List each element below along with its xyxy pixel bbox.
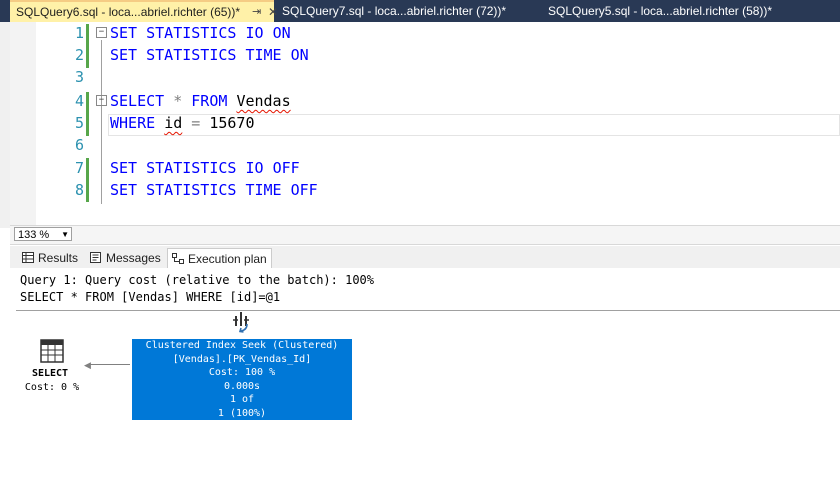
tab-execution-plan[interactable]: Execution plan	[167, 248, 272, 268]
code-line-2: 2 SET STATISTICS TIME ON	[10, 44, 840, 66]
tab-label: Execution plan	[188, 252, 267, 266]
collapse-icon[interactable]: −	[96, 27, 107, 38]
messages-icon	[90, 252, 101, 263]
zoom-dropdown[interactable]: 133 % ▼	[14, 227, 72, 241]
results-tab-bar: Results Messages Execution plan	[10, 246, 840, 268]
pin-icon[interactable]: ⇥	[252, 2, 261, 22]
line-number: 1	[74, 24, 84, 42]
code-text: SET STATISTICS IO ON	[110, 24, 291, 42]
seek-line-5: 1 of	[229, 394, 255, 405]
code-text: SET STATISTICS TIME OFF	[110, 181, 318, 199]
code-text: SET STATISTICS IO OFF	[110, 159, 300, 177]
line-number: 7	[74, 159, 84, 177]
seek-line-1: Clustered Index Seek (Clustered)	[145, 340, 339, 351]
tab-title: SQLQuery7.sql - loca...abriel.richter (7…	[282, 4, 507, 18]
seek-line-4: 0.000s	[223, 380, 261, 392]
line-number: 2	[74, 46, 84, 64]
code-line-7: 7 SET STATISTICS IO OFF	[10, 157, 840, 179]
tab-title: SQLQuery6.sql - loca...abriel.richter (6…	[16, 5, 241, 19]
arrow-left-icon: ◀	[84, 360, 91, 370]
tab-sqlquery5[interactable]: SQLQuery5.sql - loca...abriel.richter (5…	[542, 0, 778, 22]
select-node-cost: Cost: 0 %	[24, 382, 80, 393]
tab-sqlquery7[interactable]: SQLQuery7.sql - loca...abriel.richter (7…	[276, 0, 512, 22]
tab-sqlquery6[interactable]: SQLQuery6.sql - loca...abriel.richter (6…	[10, 0, 278, 22]
query-cost-header: Query 1: Query cost (relative to the bat…	[20, 273, 375, 287]
code-line-8: 8 SET STATISTICS TIME OFF	[10, 179, 840, 201]
line-number: 4	[74, 92, 84, 110]
execution-plan-pane: Query 1: Query cost (relative to the bat…	[10, 268, 840, 494]
grid-icon	[22, 252, 34, 263]
code-line-1: 1 − SET STATISTICS IO ON	[10, 22, 840, 44]
execution-plan-icon	[172, 253, 184, 264]
seek-line-6: 1 (100%)	[217, 407, 267, 419]
query-editor[interactable]: 1 − SET STATISTICS IO ON 2 SET STATISTIC…	[10, 22, 840, 228]
code-text: SELECT * FROM Vendas	[110, 92, 291, 110]
select-node-label: SELECT	[31, 368, 69, 379]
seek-line-2: [Vendas].[PK_Vendas_Id]	[172, 353, 312, 365]
zoom-bar: 133 % ▼	[10, 225, 840, 245]
tab-label: Messages	[106, 251, 161, 265]
code-line-3: 3	[10, 66, 840, 88]
zoom-value: 133 %	[18, 229, 50, 241]
line-number: 8	[74, 181, 84, 199]
plan-arrow	[88, 364, 130, 365]
tab-messages[interactable]: Messages	[86, 248, 165, 268]
tab-results[interactable]: Results	[18, 248, 82, 268]
divider	[16, 310, 840, 311]
tab-label: Results	[38, 251, 79, 265]
code-line-4: 4 − SELECT * FROM Vendas	[10, 90, 840, 112]
seek-line-3: Cost: 100 %	[208, 367, 276, 378]
chevron-down-icon: ▼	[61, 230, 69, 239]
code-line-6: 6	[10, 134, 840, 156]
code-line-5: 5 WHERE id = 15670	[10, 112, 840, 134]
code-text: SET STATISTICS TIME ON	[110, 46, 309, 64]
line-number: 3	[74, 68, 84, 86]
query-text: SELECT * FROM [Vendas] WHERE [id]=@1	[20, 290, 281, 304]
code-text: WHERE id = 15670	[110, 114, 255, 132]
line-number: 6	[74, 136, 84, 154]
tab-title: SQLQuery5.sql - loca...abriel.richter (5…	[548, 4, 773, 18]
document-tab-bar: SQLQuery6.sql - loca...abriel.richter (6…	[0, 0, 840, 22]
select-icon[interactable]	[38, 338, 68, 364]
line-number: 5	[74, 114, 84, 132]
clustered-index-seek-node[interactable]: Clustered Index Seek (Clustered) [Vendas…	[132, 339, 352, 420]
clustered-index-seek-icon[interactable]	[232, 310, 254, 334]
collapse-icon[interactable]: −	[96, 95, 107, 106]
